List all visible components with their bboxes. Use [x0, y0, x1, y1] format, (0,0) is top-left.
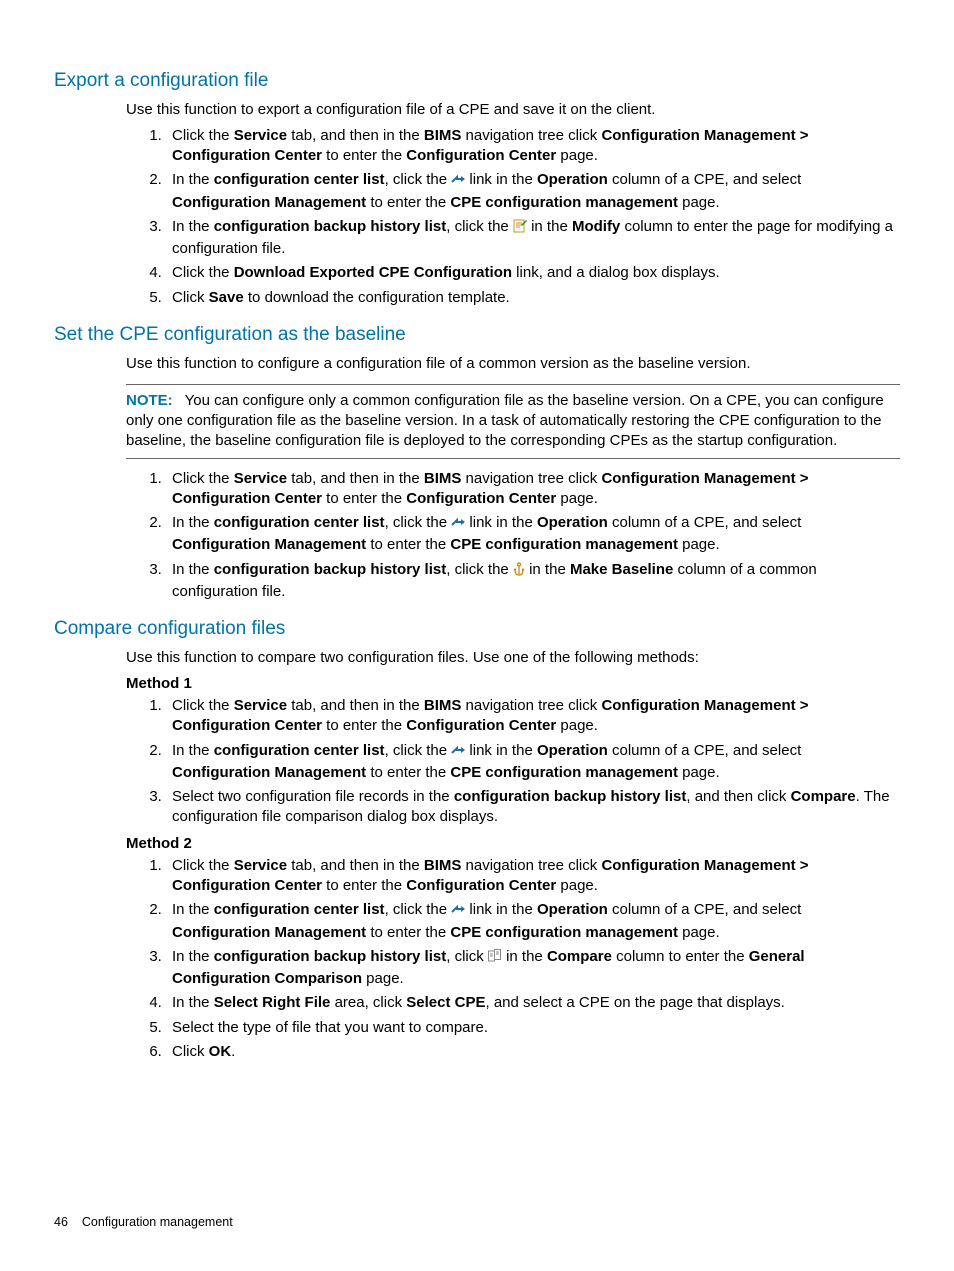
step-item: Click the Service tab, and then in the B… — [166, 856, 900, 897]
arrow-icon — [451, 902, 465, 922]
step-item: In the configuration center list, click … — [166, 513, 900, 556]
step-item: Click the Service tab, and then in the B… — [166, 696, 900, 737]
footer: 46 Configuration management — [54, 1214, 233, 1231]
arrow-icon — [451, 743, 465, 763]
note-text: You can configure only a common configur… — [126, 392, 884, 450]
step-item: Click Save to download the configuration… — [166, 288, 900, 308]
step-item: In the configuration center list, click … — [166, 741, 900, 784]
intro-export: Use this function to export a configurat… — [126, 100, 900, 120]
intro-compare: Use this function to compare two configu… — [126, 648, 900, 668]
steps-baseline: Click the Service tab, and then in the B… — [126, 469, 900, 603]
compare-icon — [488, 949, 502, 969]
step-item: Select two configuration file records in… — [166, 787, 900, 828]
step-item: In the configuration center list, click … — [166, 900, 900, 943]
heading-baseline: Set the CPE configuration as the baselin… — [54, 322, 900, 348]
step-item: In the configuration backup history list… — [166, 217, 900, 260]
steps-export: Click the Service tab, and then in the B… — [126, 126, 900, 308]
steps-method2: Click the Service tab, and then in the B… — [126, 856, 900, 1062]
step-item: Click the Service tab, and then in the B… — [166, 126, 900, 167]
step-item: Click the Service tab, and then in the B… — [166, 469, 900, 510]
heading-export: Export a configuration file — [54, 68, 900, 94]
step-item: In the configuration backup history list… — [166, 560, 900, 603]
step-item: Select the type of file that you want to… — [166, 1018, 900, 1038]
method1-label: Method 1 — [126, 674, 900, 694]
intro-baseline: Use this function to configure a configu… — [126, 354, 900, 374]
step-item: Click the Download Exported CPE Configur… — [166, 263, 900, 283]
page-number: 46 — [54, 1215, 68, 1229]
anchor-icon — [513, 562, 525, 582]
footer-chapter: Configuration management — [82, 1215, 233, 1229]
step-item: In the Select Right File area, click Sel… — [166, 993, 900, 1013]
arrow-icon — [451, 515, 465, 535]
step-item: Click OK. — [166, 1042, 900, 1062]
step-item: In the configuration center list, click … — [166, 170, 900, 213]
step-item: In the configuration backup history list… — [166, 947, 900, 990]
note-box: NOTE:You can configure only a common con… — [126, 384, 900, 459]
edit-icon — [513, 219, 527, 239]
method2-label: Method 2 — [126, 834, 900, 854]
note-label: NOTE: — [126, 392, 173, 409]
steps-method1: Click the Service tab, and then in the B… — [126, 696, 900, 828]
heading-compare: Compare configuration files — [54, 616, 900, 642]
arrow-icon — [451, 172, 465, 192]
